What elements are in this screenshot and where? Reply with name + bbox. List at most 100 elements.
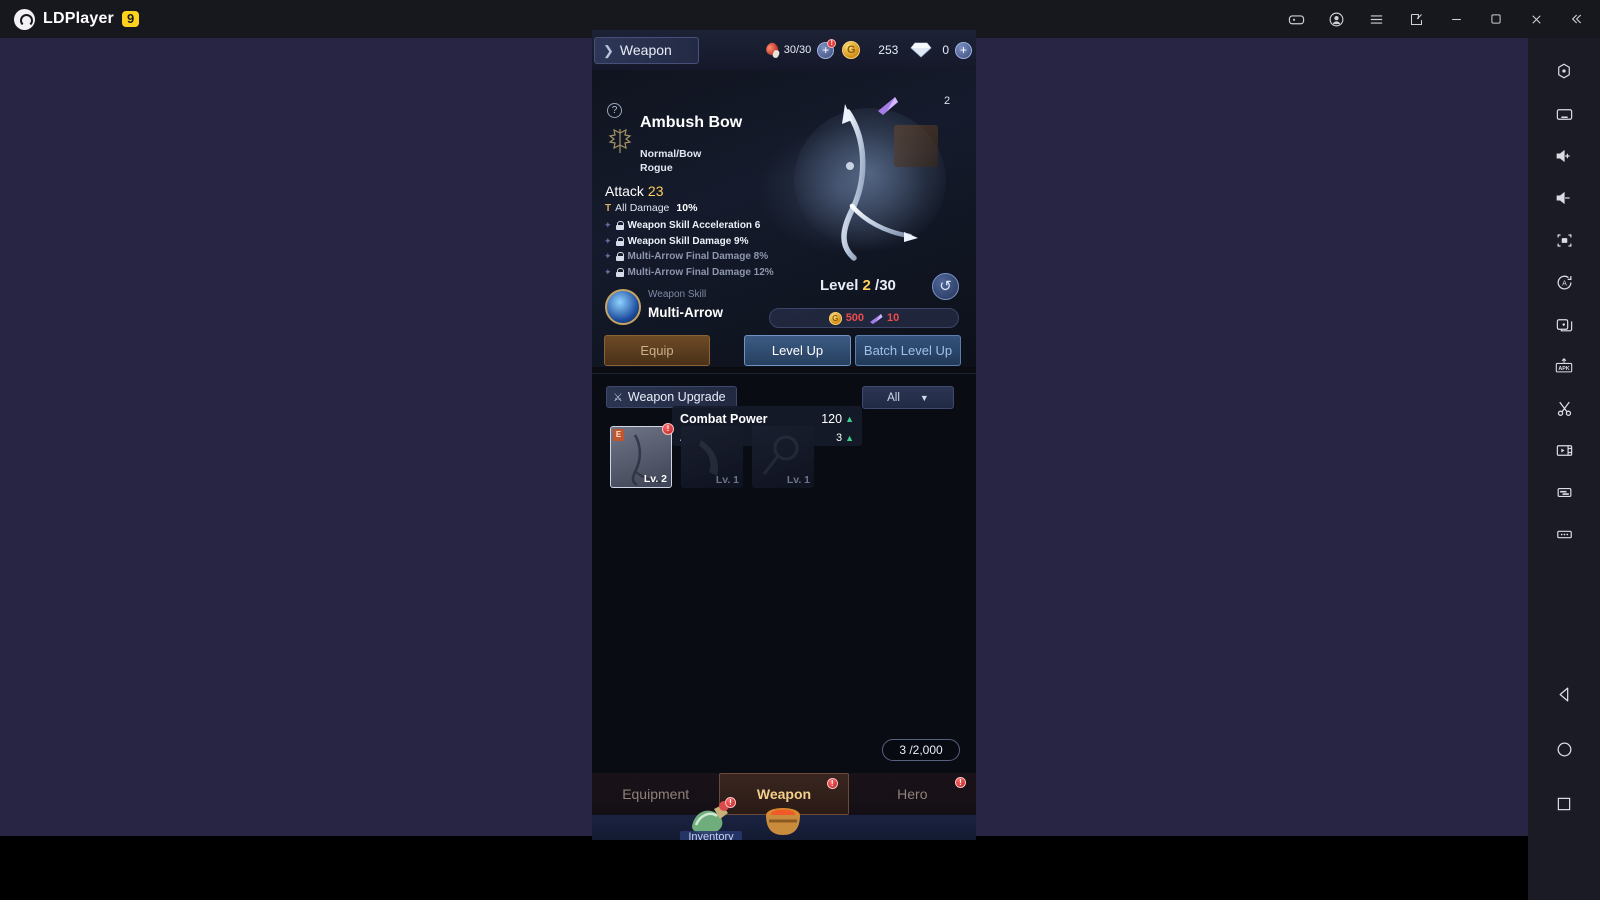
maximize-icon[interactable]	[1476, 0, 1516, 38]
ldplayer-sidebar: A APK	[1528, 38, 1600, 900]
energy-icon	[764, 42, 781, 58]
affix-label: Multi-Arrow Final Damage 8%	[627, 251, 769, 262]
share-icon[interactable]	[1396, 0, 1436, 38]
volume-down-icon[interactable]	[1528, 177, 1600, 219]
more-options-icon[interactable]	[1528, 513, 1600, 555]
affix-row: ✦ Multi-Arrow Final Damage 8%	[604, 251, 768, 262]
minimize-icon[interactable]	[1436, 0, 1476, 38]
equip-button[interactable]: Equip	[604, 335, 710, 366]
tooltip-value: 120	[821, 411, 843, 426]
weapon-skill-icon[interactable]	[605, 289, 641, 325]
stat-marker-icon: T	[605, 202, 612, 214]
multi-instance-icon[interactable]	[1528, 303, 1600, 345]
back-weapon-button[interactable]: ❯ Weapon	[594, 36, 699, 64]
dock-forge[interactable]	[752, 797, 814, 840]
alert-badge: !	[662, 423, 674, 435]
attack-value: 23	[647, 183, 664, 199]
energy-currency: 30/30 + !	[764, 38, 837, 59]
shard-count: 2	[944, 95, 951, 107]
gold-value: 253	[878, 43, 899, 57]
trend-up-icon: ▲	[845, 413, 854, 424]
auto-rotate-icon[interactable]: A	[1528, 261, 1600, 303]
rank-emblem-icon	[604, 125, 636, 157]
weapon-slot[interactable]: Lv. 1	[681, 426, 743, 488]
android-back-icon[interactable]	[1528, 673, 1600, 715]
help-icon[interactable]: ?	[607, 103, 622, 118]
weapon-upgrade-icon: ⚔	[613, 391, 623, 404]
main-stat-row: T All Damage 10%	[605, 202, 697, 214]
currency-group: 30/30 + ! G 253 0 +	[764, 38, 976, 59]
capacity-counter: 3 /2,000	[882, 739, 960, 761]
volume-up-icon[interactable]	[1528, 135, 1600, 177]
weapon-upgrade-tab[interactable]: ⚔ Weapon Upgrade	[606, 386, 737, 408]
collapse-rail-icon[interactable]	[1556, 0, 1596, 38]
weapon-level: Lv. 2	[643, 473, 667, 485]
titlebar-controls	[1276, 0, 1600, 38]
affix-bullet-icon: ✦	[604, 267, 612, 277]
fullscreen-toggle-icon[interactable]	[1528, 50, 1600, 92]
svg-text:A: A	[1562, 279, 1567, 287]
tooltip-value: 3	[835, 431, 843, 444]
brand: LDPlayer 9	[0, 8, 140, 30]
apk-install-icon[interactable]: APK	[1528, 345, 1600, 387]
alert-badge: !	[826, 778, 838, 789]
affix-row: ✦ Multi-Arrow Final Damage 12%	[604, 267, 774, 278]
lock-icon	[615, 268, 625, 277]
gold-coin-icon-small: G	[828, 311, 842, 325]
level-label: Level	[820, 277, 859, 294]
weapon-slot[interactable]: Lv. 1	[752, 426, 814, 488]
account-icon[interactable]	[1316, 0, 1356, 38]
bottom-dock: ! Inventory	[592, 797, 976, 840]
weapon-slot[interactable]: E Lv. 2 !	[610, 423, 674, 488]
trend-up-icon: ▲	[845, 432, 854, 443]
version-badge: 9	[121, 11, 140, 27]
android-home-icon[interactable]	[1528, 728, 1600, 770]
desktop-backdrop-right	[976, 38, 1528, 836]
weapon-detail-panel: ? Ambush Bow Normal/Bow Rogue 2 Attack 2…	[592, 70, 976, 367]
affix-bullet-icon: ✦	[604, 251, 612, 261]
batch-level-up-button[interactable]: Batch Level Up	[855, 335, 961, 366]
menu-icon[interactable]	[1356, 0, 1396, 38]
main-stat-value: 10%	[676, 202, 698, 214]
ldplayer-logo-icon	[14, 8, 35, 30]
affix-bullet-icon: ✦	[604, 220, 612, 230]
tooltip-value-group: 120 ▲	[821, 412, 854, 426]
gold-coin-icon: G	[842, 41, 861, 59]
screenshot-icon[interactable]	[1528, 219, 1600, 261]
video-record-icon[interactable]	[1528, 429, 1600, 471]
filter-dropdown[interactable]: All ▼	[862, 386, 954, 409]
lock-icon	[615, 237, 625, 246]
keyboard-mapping-icon[interactable]	[1528, 93, 1600, 135]
energy-value: 30/30	[783, 44, 812, 56]
scissors-icon[interactable]	[1528, 387, 1600, 429]
android-recents-icon[interactable]	[1528, 783, 1600, 825]
shard-icon	[875, 95, 899, 117]
main-stat-label: All Damage	[615, 202, 670, 214]
energy-add-button[interactable]: + !	[817, 38, 837, 59]
chevron-right-icon: ❯	[603, 42, 614, 58]
chevron-down-icon: ▼	[919, 392, 929, 403]
gem-add-button[interactable]: +	[955, 41, 972, 59]
ldplayer-window: LDPlayer 9 A APK ❯ Weapon 30/30 + ! G 25…	[0, 0, 1600, 900]
close-icon[interactable]	[1516, 0, 1556, 38]
affix-bullet-icon: ✦	[604, 236, 612, 246]
svg-text:APK: APK	[1558, 365, 1569, 371]
gamepad-icon[interactable]	[1276, 0, 1316, 38]
chest-thumbnail[interactable]	[894, 125, 938, 167]
weapon-upgrade-label: Weapon Upgrade	[627, 390, 726, 404]
shake-icon[interactable]	[1528, 471, 1600, 513]
cost-gold-value: 500	[845, 312, 865, 324]
alert-badge: !	[725, 797, 736, 808]
weapon-level: Lv. 1	[786, 474, 810, 486]
level-value: 2	[862, 277, 871, 294]
tab-hero[interactable]: Hero !	[849, 773, 976, 815]
cost-shard-value: 10	[887, 312, 900, 324]
item-name: Ambush Bow	[640, 114, 743, 131]
alert-badge: !	[827, 38, 837, 48]
dock-inventory[interactable]: ! Inventory	[680, 797, 742, 840]
plus-icon-2: +	[959, 42, 967, 57]
dock-inventory-label: Inventory	[680, 831, 742, 840]
level-up-button[interactable]: Level Up	[744, 335, 851, 366]
reset-icon[interactable]: ↺	[932, 273, 959, 300]
tooltip-value-group: 3 ▲	[836, 432, 854, 444]
